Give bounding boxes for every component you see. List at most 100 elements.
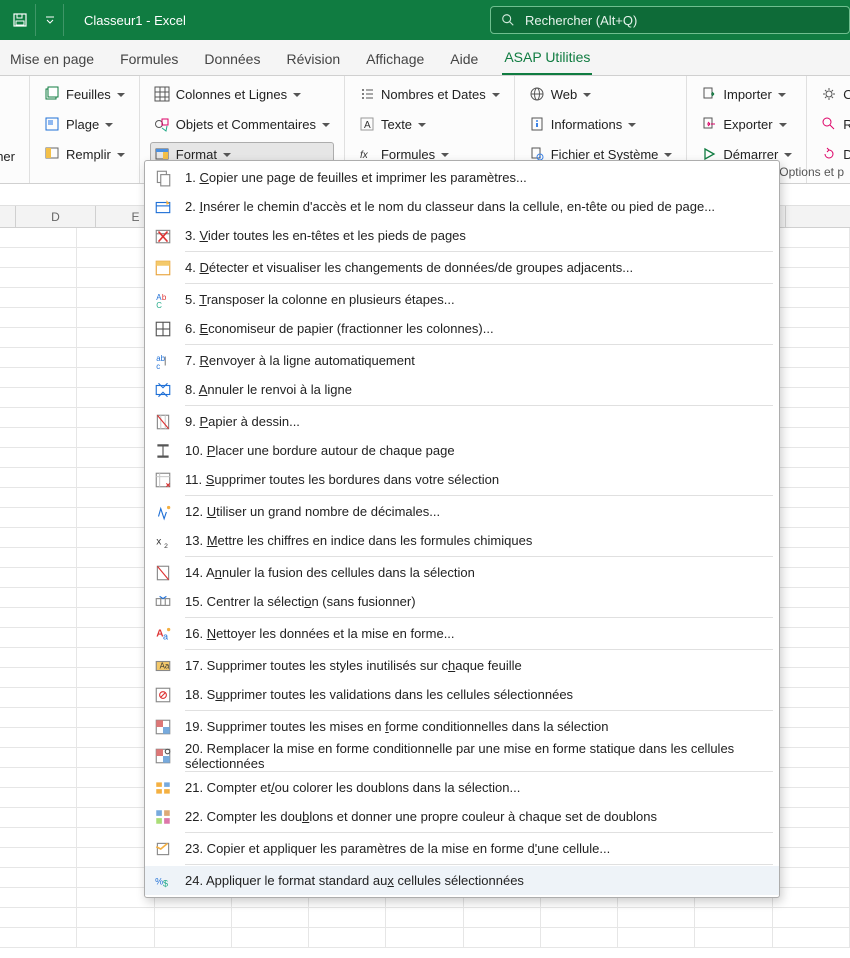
menu-item-2[interactable]: 2. Insérer le chemin d'accès et le nom d… bbox=[145, 192, 779, 221]
menu-item-icon: x2 bbox=[153, 531, 173, 551]
texte-button[interactable]: A Texte bbox=[355, 112, 504, 136]
svg-text:a: a bbox=[163, 631, 168, 641]
partial-button[interactable]: ner bbox=[2, 144, 19, 168]
menu-item-18[interactable]: 18. Supprimer toutes les validations dan… bbox=[145, 680, 779, 709]
plage-button[interactable]: Plage bbox=[40, 112, 129, 136]
nombres-dates-button[interactable]: Nombres et Dates bbox=[355, 82, 504, 106]
menu-item-label: 21. Compter et/ou colorer les doublons d… bbox=[185, 780, 520, 795]
select-all-corner[interactable] bbox=[0, 206, 16, 227]
rechercher-button[interactable]: Rechercher et dé bbox=[817, 112, 850, 136]
menu-item-label: 22. Compter les doublons et donner une p… bbox=[185, 809, 657, 824]
menu-item-icon bbox=[153, 258, 173, 278]
menu-item-icon: %$ bbox=[153, 871, 173, 891]
gear-icon bbox=[821, 86, 837, 102]
menu-item-icon bbox=[153, 592, 173, 612]
menu-item-10[interactable]: 10. Placer une bordure autour de chaque … bbox=[145, 436, 779, 465]
menu-item-label: 7. Renvoyer à la ligne automatiquement bbox=[185, 353, 415, 368]
chevron-down-icon bbox=[45, 15, 55, 25]
svg-text:$: $ bbox=[163, 878, 168, 888]
save-button[interactable] bbox=[4, 4, 36, 36]
menu-item-21[interactable]: 21. Compter et/ou colorer les doublons d… bbox=[145, 773, 779, 802]
titlebar: Classeur1 - Excel Rechercher (Alt+Q) bbox=[0, 0, 850, 40]
menu-item-label: 10. Placer une bordure autour de chaque … bbox=[185, 443, 455, 458]
chevron-down-icon bbox=[492, 87, 500, 102]
menu-item-4[interactable]: 4. Détecter et visualiser les changement… bbox=[145, 253, 779, 282]
chevron-down-icon bbox=[322, 117, 330, 132]
redo-icon bbox=[821, 146, 837, 162]
colonnes-lignes-button[interactable]: Colonnes et Lignes bbox=[150, 82, 334, 106]
menu-item-icon: Aa bbox=[153, 624, 173, 644]
menu-item-23[interactable]: 23. Copier et appliquer les paramètres d… bbox=[145, 834, 779, 863]
search-icon bbox=[821, 116, 837, 132]
menu-item-17[interactable]: Aa17. Supprimer toutes les styles inutil… bbox=[145, 651, 779, 680]
informations-button[interactable]: Informations bbox=[525, 112, 677, 136]
menu-item-6[interactable]: 6. Economiseur de papier (fractionner le… bbox=[145, 314, 779, 343]
menu-item-label: 12. Utiliser un grand nombre de décimale… bbox=[185, 504, 440, 519]
menu-item-icon bbox=[153, 412, 173, 432]
ribbon-hint: Options et p bbox=[779, 165, 844, 179]
menu-item-7[interactable]: abc 7. Renvoyer à la ligne automatiquemen… bbox=[145, 346, 779, 375]
chevron-down-icon bbox=[778, 87, 786, 102]
menu-item-16[interactable]: Aa16. Nettoyer les données et la mise en… bbox=[145, 619, 779, 648]
chevron-down-icon bbox=[293, 87, 301, 102]
objets-commentaires-button[interactable]: Objets et Commentaires bbox=[150, 112, 334, 136]
menu-item-label: 8. Annuler le renvoi à la ligne bbox=[185, 382, 352, 397]
menu-item-9[interactable]: 9. Papier à dessin... bbox=[145, 407, 779, 436]
exporter-button[interactable]: Exporter bbox=[697, 112, 796, 136]
menu-item-24[interactable]: %$24. Appliquer le format standard aux c… bbox=[145, 866, 779, 895]
menu-item-label: 23. Copier et appliquer les paramètres d… bbox=[185, 841, 610, 856]
range-icon bbox=[44, 116, 60, 132]
chevron-down-icon bbox=[583, 87, 591, 102]
feuilles-button[interactable]: Feuilles bbox=[40, 82, 129, 106]
svg-text:Aa: Aa bbox=[160, 661, 170, 670]
menu-item-label: 19. Supprimer toutes les mises en forme … bbox=[185, 719, 608, 734]
search-box[interactable]: Rechercher (Alt+Q) bbox=[490, 6, 850, 34]
menu-item-label: 13. Mettre les chiffres en indice dans l… bbox=[185, 533, 532, 548]
web-button[interactable]: Web bbox=[525, 82, 677, 106]
grid-row[interactable] bbox=[0, 928, 850, 948]
menu-item-19[interactable]: 19. Supprimer toutes les mises en forme … bbox=[145, 712, 779, 741]
menu-item-label: 6. Economiseur de papier (fractionner le… bbox=[185, 321, 494, 336]
export-icon bbox=[701, 116, 717, 132]
menu-item-15[interactable]: 15. Centrer la sélection (sans fusionner… bbox=[145, 587, 779, 616]
menu-item-12[interactable]: 12. Utiliser un grand nombre de décimale… bbox=[145, 497, 779, 526]
info-icon bbox=[529, 116, 545, 132]
menu-item-label: 3. Vider toutes les en-têtes et les pied… bbox=[185, 228, 466, 243]
ribbon-group-partial: ner bbox=[0, 76, 30, 183]
importer-button[interactable]: Importer bbox=[697, 82, 796, 106]
menu-item-icon bbox=[153, 563, 173, 583]
qat-customize[interactable] bbox=[36, 4, 64, 36]
menu-item-icon: abc bbox=[153, 351, 173, 371]
menu-item-3[interactable]: 3. Vider toutes les en-têtes et les pied… bbox=[145, 221, 779, 250]
svg-text:%: % bbox=[155, 876, 163, 886]
tab-aide[interactable]: Aide bbox=[448, 43, 480, 75]
menu-item-5[interactable]: AbC5. Transposer la colonne en plusieurs… bbox=[145, 285, 779, 314]
menu-item-11[interactable]: 11. Supprimer toutes les bordures dans v… bbox=[145, 465, 779, 494]
col-header[interactable]: D bbox=[16, 206, 96, 227]
search-placeholder: Rechercher (Alt+Q) bbox=[525, 13, 637, 28]
menu-item-icon: Aa bbox=[153, 656, 173, 676]
menu-item-14[interactable]: 14. Annuler la fusion des cellules dans … bbox=[145, 558, 779, 587]
fill-icon bbox=[44, 146, 60, 162]
menu-item-20[interactable]: 20. Remplacer la mise en forme condition… bbox=[145, 741, 779, 770]
tab-donnees[interactable]: Données bbox=[202, 43, 262, 75]
remplir-button[interactable]: Remplir bbox=[40, 142, 129, 166]
tab-affichage[interactable]: Affichage bbox=[364, 43, 426, 75]
tab-formules[interactable]: Formules bbox=[118, 43, 180, 75]
menu-item-1[interactable]: 1. Copier une page de feuilles et imprim… bbox=[145, 163, 779, 192]
menu-item-8[interactable]: 8. Annuler le renvoi à la ligne bbox=[145, 375, 779, 404]
chevron-down-icon bbox=[418, 117, 426, 132]
grid-row[interactable] bbox=[0, 908, 850, 928]
options-asap-button[interactable]: Options ASAP Uti bbox=[817, 82, 850, 106]
menu-item-icon bbox=[153, 685, 173, 705]
tab-asap-utilities[interactable]: ASAP Utilities bbox=[502, 41, 592, 75]
menu-item-icon bbox=[153, 168, 173, 188]
tab-revision[interactable]: Révision bbox=[284, 43, 342, 75]
demarrez-dernier-button[interactable]: Démarrez dernier bbox=[817, 142, 850, 166]
menu-item-icon bbox=[153, 226, 173, 246]
menu-item-icon bbox=[153, 502, 173, 522]
menu-item-13[interactable]: x2 13. Mettre les chiffres en indice dans… bbox=[145, 526, 779, 555]
menu-item-22[interactable]: 22. Compter les doublons et donner une p… bbox=[145, 802, 779, 831]
import-icon bbox=[701, 86, 717, 102]
tab-mise-en-page[interactable]: Mise en page bbox=[8, 43, 96, 75]
